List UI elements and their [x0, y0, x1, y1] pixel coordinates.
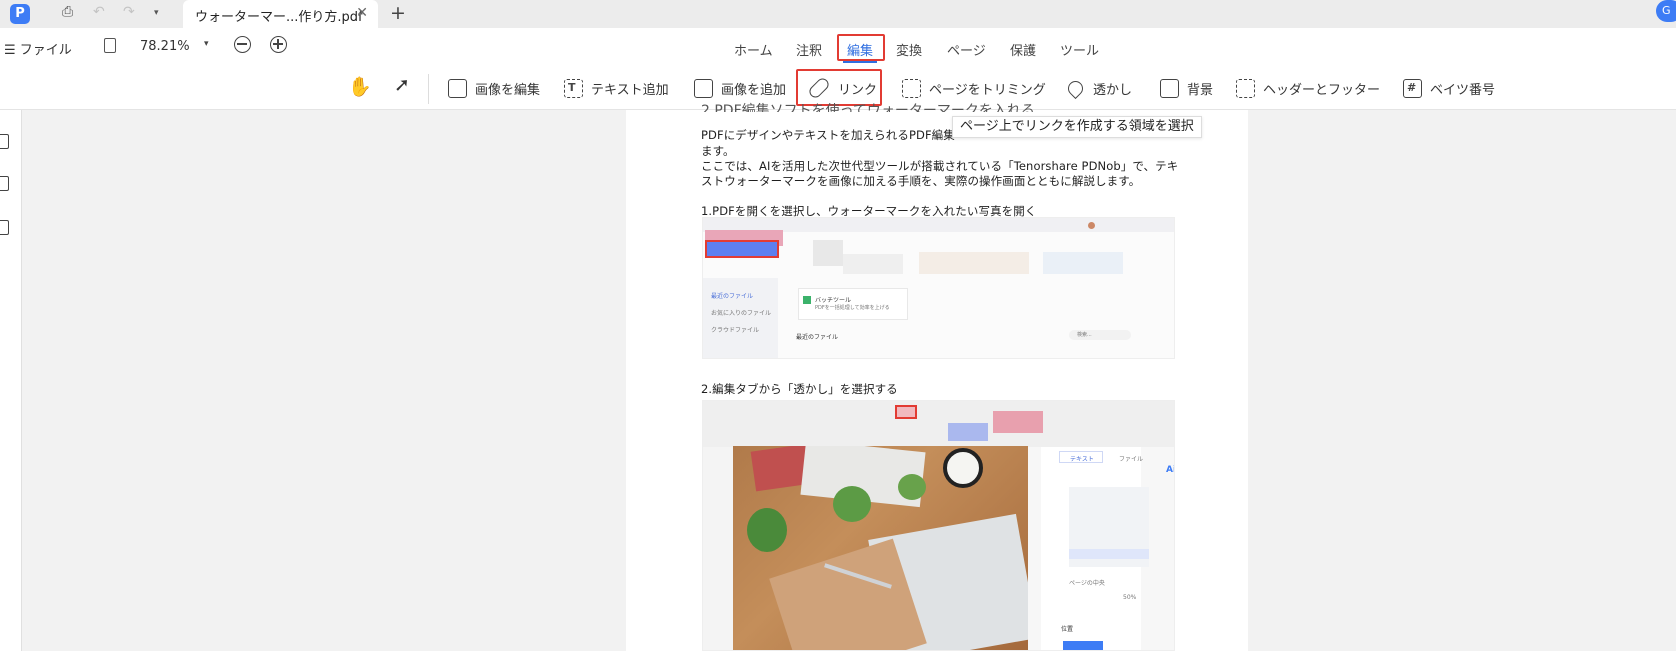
shot-card-sub: PDFを一括処理して効率を上げる — [815, 305, 890, 311]
shot-search-text: 検索... — [1077, 332, 1092, 338]
dropdown-icon[interactable]: ▾ — [154, 8, 159, 18]
bates-number-label: ベイツ番号 — [1430, 82, 1496, 98]
add-image-button[interactable]: 画像を追加 — [694, 77, 786, 99]
bates-icon: # — [1403, 78, 1422, 98]
new-tab-icon[interactable]: + — [390, 2, 406, 24]
shot-card-title: バッチツール — [815, 297, 852, 304]
shot-panel-tab-label: ファイル — [1119, 456, 1144, 463]
shot-blue-block — [705, 240, 779, 258]
watermark-label: 透かし — [1093, 82, 1133, 98]
shot-sidebar-item: クラウドファイル — [711, 327, 760, 334]
shot-pink-block — [993, 411, 1043, 433]
add-text-label: テキスト追加 — [591, 82, 669, 98]
shot-sidebar-item: 最近のファイル — [711, 293, 754, 300]
photo-plant — [747, 508, 787, 552]
bates-number-button[interactable]: # ベイツ番号 — [1403, 77, 1495, 99]
tab-annotate[interactable]: 注釈 — [796, 40, 822, 59]
shot-panel-tab-label: テキスト — [1070, 456, 1094, 463]
paragraph-line: ストウォーターマークを画像に加える手順を、実際の操作画面とともに解説します。 — [701, 174, 1141, 188]
bookmark-icon[interactable] — [0, 176, 9, 191]
tab-protect[interactable]: 保護 — [1010, 40, 1036, 59]
shot-percent: 50% — [1123, 594, 1137, 601]
redo-icon[interactable]: ↷ — [123, 4, 135, 20]
crop-page-button[interactable]: ページをトリミング — [902, 77, 1046, 99]
tab-convert[interactable]: 変換 — [896, 40, 922, 59]
paragraph-line: ます。 — [701, 144, 735, 158]
paragraph-line: ここでは、AIを活用した次世代型ツールが搭載されている「Tenorshare P… — [701, 159, 1179, 173]
add-text-button[interactable]: T テキスト追加 — [564, 77, 669, 99]
desk-photo — [733, 446, 1028, 650]
shot-blur-block — [1069, 549, 1149, 559]
add-image-icon — [694, 78, 713, 98]
shot-left-rail — [703, 447, 733, 650]
crop-page-label: ページをトリミング — [929, 82, 1046, 98]
thumbnail-icon[interactable] — [0, 134, 9, 149]
shot-dot — [1088, 222, 1095, 229]
toolbar-divider — [428, 74, 429, 104]
select-tool-icon[interactable]: ➚ — [394, 74, 410, 96]
shot-light-block — [1043, 252, 1123, 274]
tab-tools[interactable]: ツール — [1060, 40, 1099, 59]
title-bar: P ⎙ ↶ ↷ ▾ ウォーターマー...作り方.pdf ✕ + G — [0, 0, 1676, 28]
shot-red-box — [895, 405, 917, 419]
close-tab-icon[interactable]: ✕ — [356, 5, 368, 21]
section-heading: 2.PDF編集ソフトを使ってウォーターマークを入れる — [701, 103, 1035, 112]
undo-icon[interactable]: ↶ — [93, 4, 105, 20]
add-image-label: 画像を追加 — [721, 82, 787, 98]
background-icon — [1160, 78, 1179, 98]
header-footer-label: ヘッダーとフッター — [1263, 82, 1381, 98]
shot-grey-block — [843, 254, 903, 274]
shot-blue-block — [948, 423, 988, 441]
header-footer-icon — [1236, 78, 1255, 98]
crop-icon — [902, 78, 921, 98]
background-label: 背景 — [1187, 82, 1214, 98]
page-view-icon[interactable] — [104, 38, 116, 53]
shot-position-label: 位置 — [1061, 626, 1074, 633]
watermark-button[interactable]: 透かし — [1064, 77, 1133, 99]
photo-plant — [833, 486, 871, 522]
hand-tool-icon[interactable]: ✋ — [348, 75, 372, 98]
shot-ai-badge: Ai — [1166, 465, 1174, 475]
print-icon[interactable]: ⎙ — [62, 4, 73, 20]
shot-recent-label: 最近のファイル — [796, 334, 839, 341]
zoom-value[interactable]: 78.21% — [140, 39, 190, 54]
shot-beige-block — [919, 252, 1029, 274]
paragraph-line: PDFにデザインやテキストを加えられるPDF編集 — [701, 128, 955, 142]
photo-plant — [898, 474, 926, 500]
background-button[interactable]: 背景 — [1160, 77, 1213, 99]
screenshot-image-1: 最近のファイル お気に入りのファイル クラウドファイル バッチツール PDFを一… — [702, 217, 1175, 359]
edit-image-label: 画像を編集 — [475, 82, 541, 98]
document-tab[interactable]: ウォーターマー...作り方.pdf ✕ — [183, 0, 378, 28]
avatar[interactable]: G — [1656, 0, 1676, 22]
link-tooltip: ページ上でリンクを作成する領域を選択 — [952, 116, 1202, 138]
add-text-icon: T — [564, 78, 583, 98]
edit-image-button[interactable]: 画像を編集 — [448, 77, 540, 99]
header-footer-button[interactable]: ヘッダーとフッター — [1236, 77, 1380, 99]
file-menu[interactable]: ☰ ファイル — [4, 39, 72, 58]
zoom-in-icon[interactable] — [270, 36, 287, 53]
tab-page[interactable]: ページ — [947, 40, 986, 59]
watermark-icon — [1064, 77, 1087, 99]
edit-image-icon — [448, 78, 467, 98]
tab-home[interactable]: ホーム — [734, 40, 773, 59]
screenshot-image-2: テキスト ファイル ページの中央 50% 位置 Ai — [702, 400, 1175, 651]
document-tab-title: ウォーターマー...作り方.pdf — [195, 10, 363, 25]
shot-option-label: ページの中央 — [1069, 580, 1105, 587]
shot-toolbar — [703, 401, 1174, 447]
shot-blue-button — [1063, 641, 1103, 650]
zoom-out-icon[interactable] — [234, 36, 251, 53]
zoom-dropdown-icon[interactable]: ▾ — [204, 39, 209, 49]
step-2-text: 2.編集タブから「透かし」を選択する — [701, 382, 898, 396]
shot-check-icon — [803, 296, 811, 304]
photo-clock — [943, 448, 983, 488]
comment-icon[interactable] — [0, 220, 9, 235]
app-logo-icon: P — [10, 4, 30, 24]
left-sidebar — [0, 110, 22, 651]
shot-sidebar-item: お気に入りのファイル — [711, 310, 772, 317]
shot-grey-block — [813, 240, 843, 266]
highlight-edit-tab — [837, 34, 885, 61]
